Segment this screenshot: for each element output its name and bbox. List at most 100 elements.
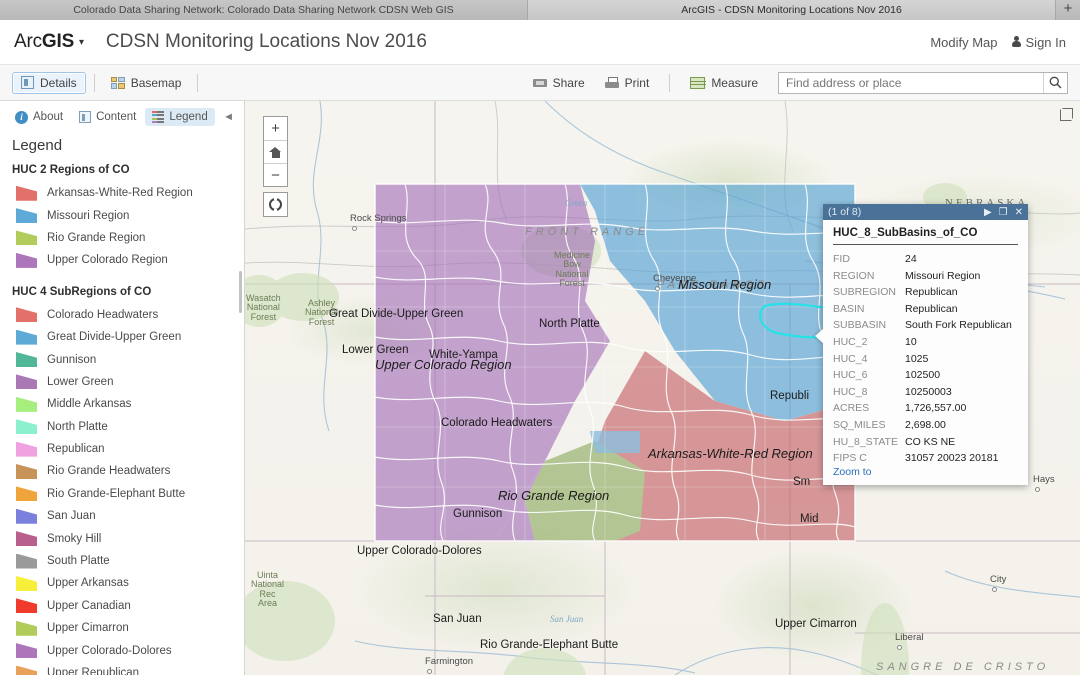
measure-button[interactable]: Measure bbox=[682, 73, 766, 93]
legend-item-label: Upper Arkansas bbox=[47, 577, 129, 589]
print-button[interactable]: Print bbox=[597, 73, 658, 93]
info-icon: i bbox=[15, 111, 28, 124]
popup-close-button[interactable]: ✕ bbox=[1015, 207, 1023, 218]
legend-item-label: Upper Colorado Region bbox=[47, 254, 168, 266]
zoom-in-button[interactable]: + bbox=[264, 117, 287, 140]
tab-about[interactable]: i About bbox=[8, 108, 70, 127]
legend-item-label: Colorado Headwaters bbox=[47, 309, 158, 321]
popup-attribute-name: HUC_2 bbox=[833, 334, 905, 351]
search-box[interactable] bbox=[778, 72, 1068, 94]
popup-attribute-row: ACRES1,726,557.00 bbox=[833, 400, 1018, 417]
legend-item-label: Upper Canadian bbox=[47, 600, 131, 612]
legend-item: Upper Cimarron bbox=[12, 617, 244, 639]
legend-swatch bbox=[16, 352, 37, 367]
legend-list[interactable]: HUC 2 Regions of COArkansas-White-Red Re… bbox=[0, 160, 244, 675]
city-marker bbox=[655, 286, 660, 291]
toolbar-right-group: Share Print Measure bbox=[525, 72, 1068, 94]
popup-attribute-row: HUC_210 bbox=[833, 334, 1018, 351]
legend-swatch bbox=[16, 330, 37, 345]
tab-content[interactable]: Content bbox=[72, 108, 143, 126]
popup-attribute-value: 10250003 bbox=[905, 384, 952, 401]
details-panel: i About Content Legend ◄ Legend HUC 2 Re… bbox=[0, 101, 245, 675]
logo-arc: Arc bbox=[14, 31, 42, 52]
map-canvas[interactable]: + − Rock SpringsCheyenneNorth PlatteHays… bbox=[245, 101, 1080, 675]
browser-tab-1[interactable]: Colorado Data Sharing Network: Colorado … bbox=[0, 0, 528, 20]
legend-item: Great Divide-Upper Green bbox=[12, 326, 244, 348]
details-button[interactable]: Details bbox=[12, 72, 86, 94]
zoom-out-button[interactable]: − bbox=[264, 163, 287, 186]
expand-icon[interactable] bbox=[1060, 109, 1072, 121]
legend-item: Middle Arkansas bbox=[12, 393, 244, 415]
collapse-panel-button[interactable]: ◄ bbox=[223, 111, 234, 123]
legend-swatch bbox=[16, 464, 37, 479]
legend-item: Upper Colorado Region bbox=[12, 249, 244, 271]
popup-attribute-value: Republican bbox=[905, 284, 958, 301]
arcgis-logo[interactable]: ArcGIS ▾ bbox=[14, 31, 84, 53]
popup-next-button[interactable]: ▶ bbox=[984, 207, 992, 218]
main-region: i About Content Legend ◄ Legend HUC 2 Re… bbox=[0, 101, 1080, 675]
locate-button[interactable] bbox=[263, 192, 288, 217]
legend-swatch bbox=[16, 576, 37, 591]
legend-item: Lower Green bbox=[12, 371, 244, 393]
search-input[interactable] bbox=[779, 73, 1043, 93]
page-title: CDSN Monitoring Locations Nov 2016 bbox=[106, 31, 427, 53]
legend-swatch bbox=[16, 186, 37, 201]
legend-item: North Platte bbox=[12, 416, 244, 438]
legend-swatch bbox=[16, 509, 37, 524]
legend-swatch bbox=[16, 208, 37, 223]
city-marker bbox=[352, 226, 357, 231]
zoom-controls[interactable]: + − bbox=[263, 116, 288, 187]
popup-attribute-name: HU_8_STATE bbox=[833, 434, 905, 451]
popup-record-count: (1 of 8) bbox=[828, 206, 977, 218]
popup-attribute-row: HUC_810250003 bbox=[833, 384, 1018, 401]
legend-item: Gunnison bbox=[12, 348, 244, 370]
feature-popup[interactable]: (1 of 8) ▶ ❐ ✕ HUC_8_SubBasins_of_CO FID… bbox=[823, 204, 1028, 485]
browser-tab-2[interactable]: ArcGIS - CDSN Monitoring Locations Nov 2… bbox=[528, 0, 1056, 20]
legend-item-label: Arkansas-White-Red Region bbox=[47, 187, 193, 199]
legend-item-label: Upper Colorado-Dolores bbox=[47, 645, 172, 657]
legend-scrollbar[interactable] bbox=[239, 271, 242, 313]
legend-swatch bbox=[16, 253, 37, 268]
legend-item-label: Great Divide-Upper Green bbox=[47, 331, 181, 343]
zoom-to-link[interactable]: Zoom to bbox=[833, 466, 1018, 478]
legend-swatch bbox=[16, 230, 37, 245]
modify-map-button[interactable]: Modify Map bbox=[930, 35, 997, 50]
sign-in-button[interactable]: Sign In bbox=[1012, 35, 1066, 50]
popup-attribute-value: Missouri Region bbox=[905, 268, 980, 285]
chevron-down-icon[interactable]: ▾ bbox=[79, 37, 84, 48]
basemap-button[interactable]: Basemap bbox=[103, 73, 190, 93]
legend-icon bbox=[152, 111, 164, 123]
home-button[interactable] bbox=[264, 140, 287, 163]
share-button[interactable]: Share bbox=[525, 73, 593, 93]
share-icon bbox=[533, 79, 547, 87]
popup-attribute-value: CO KS NE bbox=[905, 434, 955, 451]
legend-swatch bbox=[16, 666, 37, 675]
city-marker bbox=[1035, 487, 1040, 492]
legend-item-label: Rio Grande Region bbox=[47, 232, 145, 244]
city-marker bbox=[897, 645, 902, 650]
legend-item: San Juan bbox=[12, 505, 244, 527]
logo-gis: GIS bbox=[42, 31, 74, 52]
share-label: Share bbox=[553, 76, 585, 90]
legend-item: Colorado Headwaters bbox=[12, 304, 244, 326]
popup-attribute-name: SUBREGION bbox=[833, 284, 905, 301]
measure-icon bbox=[690, 77, 705, 89]
tab-legend[interactable]: Legend bbox=[145, 108, 214, 126]
popup-attribute-value: Republican bbox=[905, 301, 958, 318]
new-tab-button[interactable]: + bbox=[1056, 0, 1080, 20]
tab-content-label: Content bbox=[96, 111, 136, 123]
popup-attribute-table: FID24REGIONMissouri RegionSUBREGIONRepub… bbox=[833, 251, 1018, 467]
popup-attribute-value: 24 bbox=[905, 251, 917, 268]
sign-in-label: Sign In bbox=[1026, 35, 1066, 50]
popup-maximize-button[interactable]: ❐ bbox=[999, 207, 1008, 218]
popup-attribute-name: REGION bbox=[833, 268, 905, 285]
map-toolbar: Details Basemap Share Print Measure bbox=[0, 65, 1080, 101]
popup-attribute-name: FID bbox=[833, 251, 905, 268]
basemap-icon bbox=[111, 77, 125, 89]
popup-attribute-value: 10 bbox=[905, 334, 917, 351]
legend-item-label: Republican bbox=[47, 443, 105, 455]
legend-item: Republican bbox=[12, 438, 244, 460]
header-actions: Modify Map Sign In bbox=[930, 35, 1066, 50]
toolbar-divider-2 bbox=[197, 74, 198, 92]
search-icon[interactable] bbox=[1043, 73, 1067, 93]
